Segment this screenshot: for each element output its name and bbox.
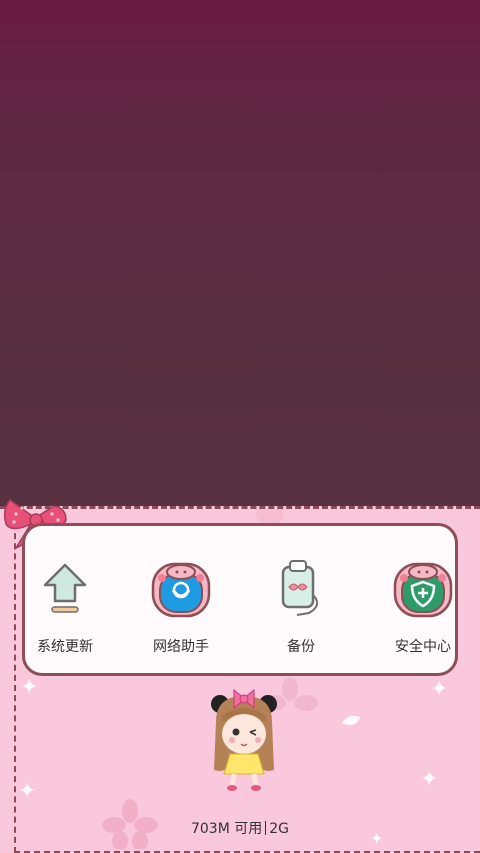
shortcut-label: 系统更新 — [37, 639, 93, 655]
upload-arrow-icon — [30, 554, 100, 624]
storage-free: 703M 可用 — [190, 821, 263, 837]
shortcut-backup[interactable]: 备份 — [251, 554, 351, 664]
shortcut-label: 备份 — [287, 639, 315, 655]
petal-decoration — [342, 715, 360, 725]
storage-info: 703M 可用 2G — [0, 818, 480, 838]
sparkle-icon: ✦ — [20, 675, 39, 700]
shortcut-card: 系统更新 网络助手 备份 安全中心 — [22, 523, 458, 676]
sparkle-icon: ✦ — [430, 677, 449, 702]
wallpaper — [0, 0, 480, 506]
girl-mascot-icon — [211, 688, 277, 791]
pig-network-icon — [146, 554, 216, 624]
shortcut-security-center[interactable]: 安全中心 — [373, 554, 473, 664]
divider — [265, 821, 267, 835]
backup-card-icon — [266, 554, 336, 624]
shortcut-system-update[interactable]: 系统更新 — [15, 554, 115, 664]
sparkle-icon: ✦ — [18, 779, 37, 804]
shortcut-network-assistant[interactable]: 网络助手 — [131, 554, 231, 664]
shortcut-label: 网络助手 — [153, 639, 209, 655]
shortcut-label: 安全中心 — [395, 639, 451, 655]
sparkle-icon: ✦ — [420, 767, 439, 792]
storage-total: 2G — [269, 821, 290, 837]
pig-shield-icon — [388, 554, 458, 624]
